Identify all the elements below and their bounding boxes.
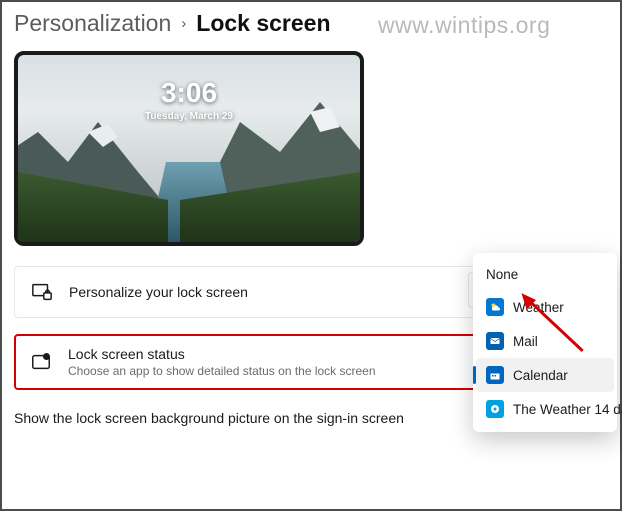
calendar-icon <box>486 366 504 384</box>
picture-lock-icon <box>31 281 53 303</box>
page-title: Lock screen <box>196 10 330 37</box>
breadcrumb-parent[interactable]: Personalization <box>14 10 171 37</box>
weather-14-icon <box>486 400 504 418</box>
status-app-icon <box>30 351 52 373</box>
lockscreen-date: Tuesday, March 29 <box>18 111 360 122</box>
menu-item-label: The Weather 14 day <box>513 402 622 417</box>
setting-row-title: Show the lock screen background picture … <box>14 410 539 426</box>
menu-item-label: None <box>486 267 518 282</box>
lockscreen-clock: 3:06 Tuesday, March 29 <box>18 77 360 122</box>
status-app-dropdown-menu: None Weather Mail Calendar The Weather 1… <box>473 253 617 432</box>
weather-icon <box>486 298 504 316</box>
menu-item-label: Calendar <box>513 368 568 383</box>
menu-item-none[interactable]: None <box>476 259 614 290</box>
mail-icon <box>486 332 504 350</box>
menu-item-weather14[interactable]: The Weather 14 day <box>476 392 614 426</box>
lockscreen-preview: 3:06 Tuesday, March 29 <box>14 51 364 246</box>
watermark: www.wintips.org <box>378 12 550 39</box>
menu-item-calendar[interactable]: Calendar <box>476 358 614 392</box>
chevron-right-icon: › <box>181 15 186 32</box>
lockscreen-time: 3:06 <box>18 77 360 109</box>
